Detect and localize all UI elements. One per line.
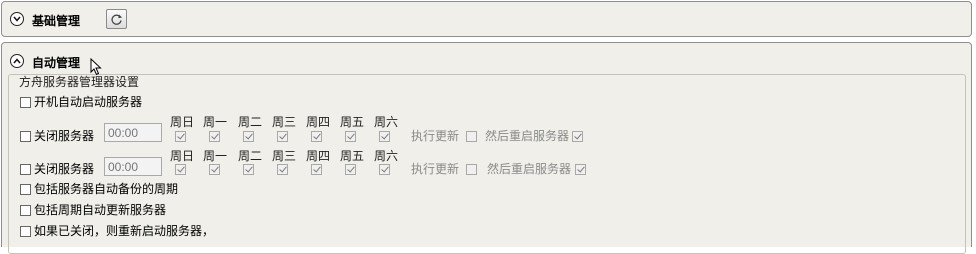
shutdown-2-label: 关闭服务器 [34,162,95,176]
shutdown-1-day-fri-label: 周五 [340,115,365,129]
shutdown-2-day-wed-checkbox[interactable] [277,164,288,175]
shutdown-2-day-mon-checkbox[interactable] [209,164,220,175]
refresh-icon [111,14,122,25]
include-update-checkbox[interactable] [20,205,31,216]
mouse-pointer-icon [90,58,102,76]
shutdown-1-day-sun-label: 周日 [170,115,195,129]
basic-panel-title[interactable]: 基础管理 [32,12,80,29]
shutdown-2-update-label: 执行更新 [411,162,460,176]
shutdown-2-restart-label: 然后重启服务器 [487,162,572,176]
shutdown-1-update-label: 执行更新 [411,129,460,143]
chevron-up-icon [13,58,21,64]
shutdown-2-day-fri-label: 周五 [340,149,365,163]
include-backup-label: 包括服务器自动备份的周期 [34,182,179,196]
shutdown-2-day-fri-checkbox[interactable] [345,164,356,175]
shutdown-1-day-sat-label: 周六 [374,115,399,129]
shutdown-2-checkbox[interactable] [20,164,31,175]
collapse-auto-toggle[interactable] [10,54,24,68]
shutdown-1-day-sun-checkbox[interactable] [175,131,186,142]
shutdown-1-day-wed-checkbox[interactable] [277,131,288,142]
shutdown-2-day-wed-label: 周三 [272,149,297,163]
refresh-button[interactable] [106,9,127,29]
shutdown-2-time-input[interactable] [104,157,162,176]
shutdown-1-label: 关闭服务器 [34,129,95,143]
include-backup-checkbox[interactable] [20,184,31,195]
shutdown-2-restart-checkbox[interactable] [575,164,586,175]
restart-if-closed-checkbox[interactable] [20,226,31,237]
shutdown-1-day-tue-checkbox[interactable] [243,131,254,142]
shutdown-2-day-tue-label: 周二 [238,149,263,163]
shutdown-1-day-sat-checkbox[interactable] [379,131,390,142]
shutdown-2-day-thu-label: 周四 [306,149,331,163]
shutdown-1-day-thu-label: 周四 [306,115,331,129]
shutdown-2-day-mon-label: 周一 [203,149,228,163]
autostart-checkbox[interactable] [20,97,31,108]
shutdown-2-day-sun-label: 周日 [170,149,195,163]
shutdown-2-day-sat-checkbox[interactable] [379,164,390,175]
shutdown-1-restart-checkbox[interactable] [572,131,583,142]
shutdown-1-day-thu-checkbox[interactable] [311,131,322,142]
include-update-label: 包括周期自动更新服务器 [34,203,167,217]
shutdown-2-day-thu-checkbox[interactable] [311,164,322,175]
shutdown-2-update-checkbox[interactable] [466,164,477,175]
shutdown-1-day-mon-checkbox[interactable] [209,131,220,142]
autostart-label: 开机自动启动服务器 [34,95,143,109]
settings-group-legend: 方舟服务器管理器设置 [17,75,142,89]
shutdown-2-day-tue-checkbox[interactable] [243,164,254,175]
basic-management-panel: 基础管理 [1,1,972,37]
auto-panel-title[interactable]: 自动管理 [32,54,80,71]
shutdown-1-restart-label: 然后重启服务器 [485,129,570,143]
shutdown-2-day-sun-checkbox[interactable] [175,164,186,175]
chevron-down-icon [13,16,21,22]
shutdown-1-day-tue-label: 周二 [238,115,263,129]
shutdown-1-checkbox[interactable] [20,131,31,142]
auto-management-panel: 自动管理 方舟服务器管理器设置 开机自动启动服务器 关闭服务器 周日 周一 周二… [1,42,972,254]
shutdown-1-day-fri-checkbox[interactable] [345,131,356,142]
shutdown-1-update-checkbox[interactable] [466,131,477,142]
expand-basic-toggle[interactable] [10,12,24,26]
shutdown-2-day-sat-label: 周六 [374,149,399,163]
shutdown-1-day-wed-label: 周三 [272,115,297,129]
restart-if-closed-label: 如果已关闭，则重新启动服务器， [34,224,215,238]
shutdown-1-day-mon-label: 周一 [203,115,228,129]
shutdown-1-time-input[interactable] [104,123,162,142]
